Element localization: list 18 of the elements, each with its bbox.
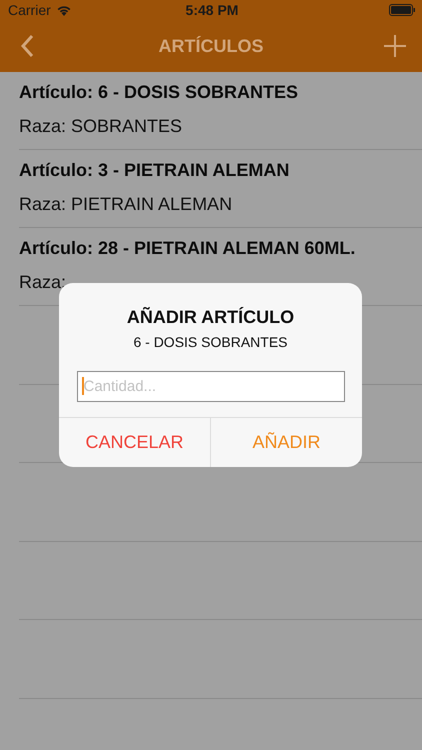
breed-label: Raza: (19, 272, 68, 293)
carrier-label: Carrier (8, 2, 51, 18)
article-title: Artículo: 28 - PIETRAIN ALEMAN 60ML. (19, 238, 356, 259)
wifi-icon (56, 4, 72, 16)
breed-label: Raza: PIETRAIN ALEMAN (19, 194, 234, 215)
article-title: Artículo: 6 - DOSIS SOBRANTES (19, 82, 300, 103)
status-time: 5:48 PM (184, 2, 240, 18)
dialog-message: 6 - DOSIS SOBRANTES (133, 334, 288, 350)
add-confirm-button[interactable]: AÑADIR (210, 418, 362, 467)
battery-icon (389, 4, 416, 16)
cancel-button[interactable]: CANCELAR (59, 418, 210, 467)
plus-icon (384, 35, 406, 57)
dialog-title: AÑADIR ARTÍCULO (126, 307, 294, 328)
quantity-field[interactable]: Cantidad... (76, 371, 344, 402)
breed-label: Raza: SOBRANTES (19, 116, 184, 137)
back-chevron-icon (20, 34, 34, 58)
nav-title: ARTÍCULOS (158, 36, 264, 56)
article-title: Artículo: 3 - PIETRAIN ALEMAN (19, 160, 290, 181)
